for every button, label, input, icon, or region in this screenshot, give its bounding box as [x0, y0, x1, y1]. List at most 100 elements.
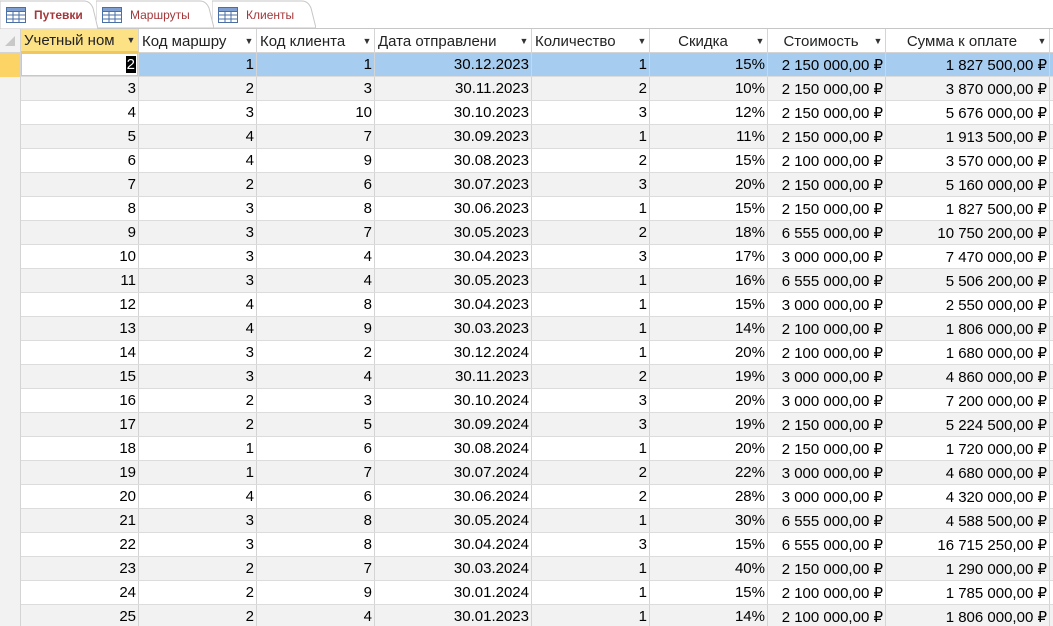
record-selector[interactable]: [0, 101, 21, 125]
table-cell[interactable]: 2: [139, 77, 257, 100]
table-cell[interactable]: 2: [532, 365, 650, 388]
table-cell[interactable]: 5 676 000,00 ₽: [886, 101, 1050, 124]
table-row[interactable]: 4 3 10 30.10.2023 3 12% 2 150 000,00 ₽5 676 00…: [0, 101, 1053, 125]
table-cell[interactable]: 2 150 000,00 ₽: [768, 557, 886, 580]
record-selector[interactable]: [0, 317, 21, 341]
table-cell[interactable]: 30.07.2023: [375, 173, 532, 196]
table-cell[interactable]: 2 100 000,00 ₽: [768, 149, 886, 172]
table-cell[interactable]: 19%: [650, 413, 768, 436]
table-cell[interactable]: 30%: [650, 509, 768, 532]
record-selector[interactable]: [0, 149, 21, 173]
table-cell[interactable]: 30.11.2023: [375, 365, 532, 388]
table-cell[interactable]: 3 570 000,00 ₽: [886, 149, 1050, 172]
table-cell[interactable]: 2 150 000,00 ₽: [768, 125, 886, 148]
table-row[interactable]: 18 1 6 30.08.2024 1 20% 2 150 000,00 ₽1 720 00…: [0, 437, 1053, 461]
table-cell[interactable]: 20%: [650, 389, 768, 412]
table-row[interactable]: 23 2 7 30.03.2024 1 40% 2 150 000,00 ₽1 290 00…: [0, 557, 1053, 581]
table-cell[interactable]: 2 150 000,00 ₽: [768, 413, 886, 436]
table-cell[interactable]: 17: [21, 413, 139, 436]
record-selector[interactable]: [0, 341, 21, 365]
table-cell[interactable]: 20%: [650, 173, 768, 196]
table-cell[interactable]: 16: [21, 389, 139, 412]
table-cell[interactable]: 15%: [650, 581, 768, 604]
table-cell[interactable]: 2 150 000,00 ₽: [768, 437, 886, 460]
record-selector[interactable]: [0, 197, 21, 221]
table-cell[interactable]: 1 913 500,00 ₽: [886, 125, 1050, 148]
table-cell[interactable]: 8: [257, 197, 375, 220]
table-cell[interactable]: 4: [139, 125, 257, 148]
table-cell[interactable]: 3: [139, 509, 257, 532]
table-cell[interactable]: 9: [257, 581, 375, 604]
table-row[interactable]: 9 3 7 30.05.2023 2 18% 6 555 000,00 ₽10 750 20…: [0, 221, 1053, 245]
table-cell[interactable]: 12: [21, 293, 139, 316]
table-cell[interactable]: 18: [21, 437, 139, 460]
record-selector[interactable]: [0, 437, 21, 461]
table-cell[interactable]: 30.05.2023: [375, 269, 532, 292]
table-cell[interactable]: 4 860 000,00 ₽: [886, 365, 1050, 388]
table-cell[interactable]: 15%: [650, 533, 768, 556]
table-cell[interactable]: 6 555 000,00 ₽: [768, 269, 886, 292]
table-cell[interactable]: 3: [532, 245, 650, 268]
table-cell[interactable]: 30.09.2024: [375, 413, 532, 436]
table-cell[interactable]: 1: [532, 197, 650, 220]
table-cell[interactable]: 2 150 000,00 ₽: [768, 101, 886, 124]
sort-filter-dropdown-icon[interactable]: ▼: [753, 36, 767, 46]
table-cell[interactable]: 3: [139, 221, 257, 244]
sort-filter-dropdown-icon[interactable]: ▼: [871, 36, 885, 46]
record-selector[interactable]: [0, 509, 21, 533]
table-cell[interactable]: 30.08.2023: [375, 149, 532, 172]
table-cell[interactable]: 23: [21, 557, 139, 580]
table-cell[interactable]: 3 000 000,00 ₽: [768, 245, 886, 268]
table-cell[interactable]: 13: [21, 317, 139, 340]
table-cell[interactable]: 2: [139, 581, 257, 604]
table-row[interactable]: 22 3 8 30.04.2024 3 15% 6 555 000,00 ₽16 715 2…: [0, 533, 1053, 557]
record-selector[interactable]: [0, 413, 21, 437]
table-cell[interactable]: 1: [532, 53, 650, 76]
table-cell[interactable]: 7: [257, 221, 375, 244]
table-cell[interactable]: 1: [139, 461, 257, 484]
table-row[interactable]: 14 3 2 30.12.2024 1 20% 2 100 000,00 ₽1 680 00…: [0, 341, 1053, 365]
table-row[interactable]: 25 2 4 30.01.2023 1 14% 2 100 000,00 ₽1 806 00…: [0, 605, 1053, 626]
table-cell[interactable]: 1 785 000,00 ₽: [886, 581, 1050, 604]
record-selector[interactable]: [0, 77, 21, 101]
table-cell[interactable]: 3 000 000,00 ₽: [768, 461, 886, 484]
table-cell[interactable]: 2 100 000,00 ₽: [768, 317, 886, 340]
table-cell[interactable]: 9: [21, 221, 139, 244]
table-cell[interactable]: 1: [532, 293, 650, 316]
table-cell[interactable]: 1: [532, 269, 650, 292]
column-header-kod-marshruta[interactable]: Код маршру ▼: [139, 29, 257, 53]
table-row[interactable]: 20 4 6 30.06.2024 2 28% 3 000 000,00 ₽4 320 00…: [0, 485, 1053, 509]
table-cell[interactable]: 7: [257, 461, 375, 484]
table-row[interactable]: 3 2 3 30.11.2023 2 10% 2 150 000,00 ₽3 870 000…: [0, 77, 1053, 101]
table-cell[interactable]: 6 555 000,00 ₽: [768, 533, 886, 556]
table-cell[interactable]: 30.12.2024: [375, 341, 532, 364]
table-cell[interactable]: 30.05.2023: [375, 221, 532, 244]
table-cell[interactable]: 8: [257, 293, 375, 316]
table-cell[interactable]: 3: [257, 77, 375, 100]
table-cell[interactable]: 5: [257, 413, 375, 436]
column-header-uchetny-nomer[interactable]: Учетный ном ▼: [21, 29, 139, 53]
table-cell[interactable]: 18%: [650, 221, 768, 244]
table-cell[interactable]: 30.06.2024: [375, 485, 532, 508]
column-header-skidka[interactable]: Скидка ▼: [650, 29, 768, 53]
table-cell[interactable]: 14%: [650, 605, 768, 626]
table-cell[interactable]: 1 827 500,00 ₽: [886, 197, 1050, 220]
table-cell[interactable]: 3: [139, 365, 257, 388]
table-cell[interactable]: 6: [21, 149, 139, 172]
table-cell[interactable]: 5 506 200,00 ₽: [886, 269, 1050, 292]
table-cell[interactable]: 2 150 000,00 ₽: [768, 197, 886, 220]
table-cell[interactable]: 3: [139, 533, 257, 556]
table-cell[interactable]: 3: [139, 197, 257, 220]
table-row[interactable]: 8 3 8 30.06.2023 1 15% 2 150 000,00 ₽1 827 500…: [0, 197, 1053, 221]
table-cell[interactable]: 2 100 000,00 ₽: [768, 605, 886, 626]
table-cell[interactable]: 6: [257, 173, 375, 196]
table-row[interactable]: 16 2 3 30.10.2024 3 20% 3 000 000,00 ₽7 200 00…: [0, 389, 1053, 413]
table-cell[interactable]: 12%: [650, 101, 768, 124]
table-cell[interactable]: 6 555 000,00 ₽: [768, 221, 886, 244]
record-selector[interactable]: [0, 293, 21, 317]
table-row[interactable]: 17 2 5 30.09.2024 3 19% 2 150 000,00 ₽5 224 50…: [0, 413, 1053, 437]
table-cell[interactable]: 1 827 500,00 ₽: [886, 53, 1050, 76]
table-cell[interactable]: 2: [139, 413, 257, 436]
table-cell[interactable]: 4: [257, 269, 375, 292]
table-cell[interactable]: 10: [257, 101, 375, 124]
